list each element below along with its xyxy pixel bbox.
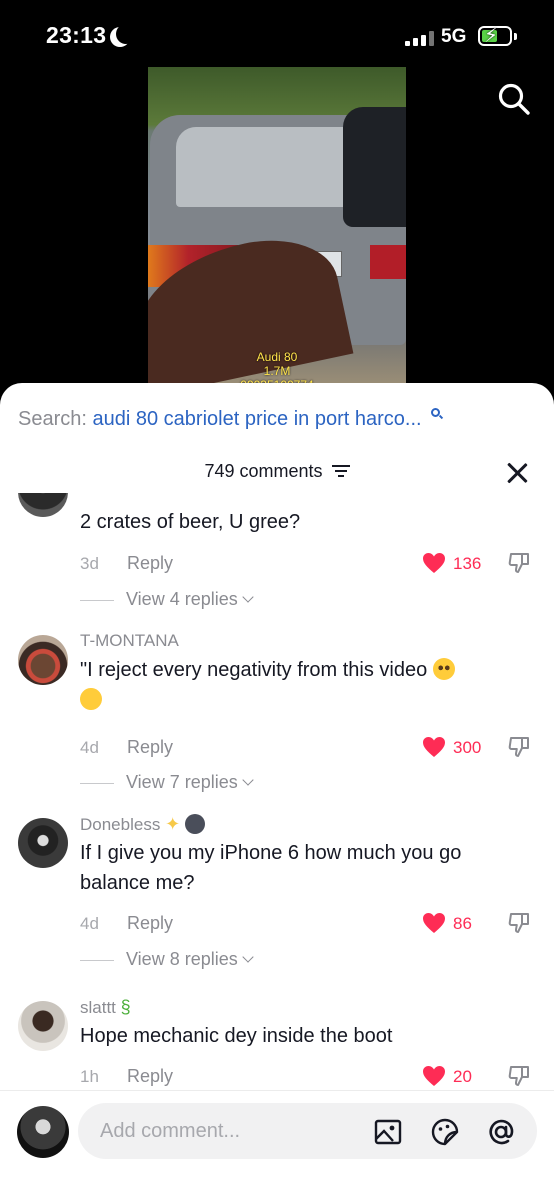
search-suggestion[interactable]: Search: audi 80 cabriolet price in port …: [18, 408, 534, 434]
comment-text: Hope mechanic dey inside the boot: [80, 1025, 393, 1047]
avatar[interactable]: [18, 635, 68, 685]
chevron-down-icon: [242, 591, 254, 603]
comment-age: 1h: [80, 1067, 99, 1086]
snake-emoji-icon: §: [120, 997, 131, 1017]
image-icon[interactable]: [373, 1117, 403, 1147]
new-moon-emoji-icon: [184, 813, 205, 834]
comment-age: 4d: [80, 738, 99, 757]
view-replies-button[interactable]: View 7 replies: [80, 772, 254, 793]
comments-header: 749 comments: [0, 461, 554, 482]
network-label: 5G: [441, 26, 467, 47]
reply-button[interactable]: Reply: [127, 913, 173, 934]
close-icon[interactable]: [506, 462, 528, 484]
video-caption: Audi 80 1.7M 09035100774: [240, 350, 313, 387]
my-avatar[interactable]: [17, 1106, 69, 1158]
charging-bolt-icon: ⚡: [484, 25, 499, 47]
comment-text: If I give you my iPhone 6 how much you g…: [80, 842, 462, 894]
search-suggestion-query[interactable]: audi 80 cabriolet price in port harco...: [93, 408, 422, 430]
status-bar: 23:13 5G ⚡: [0, 0, 554, 72]
signal-icon: [405, 30, 435, 46]
heart-icon[interactable]: [422, 552, 446, 574]
comments-list[interactable]: 2 crates of beer, U gree? 3d Reply 136 V…: [0, 493, 554, 1091]
view-replies-button[interactable]: View 8 replies: [80, 949, 254, 970]
moon-icon: [116, 24, 136, 44]
comment-age: 3d: [80, 554, 99, 573]
search-suggestion-label: Search:: [18, 408, 87, 430]
reply-button[interactable]: Reply: [127, 737, 173, 758]
nerd-face-emoji-icon: [432, 657, 455, 680]
comment-username[interactable]: slattt §: [80, 997, 131, 1018]
comment-input[interactable]: [100, 1103, 350, 1159]
sticker-icon[interactable]: [430, 1117, 460, 1147]
sparkles-emoji-icon: ✦: [165, 814, 181, 834]
comment-text: "I reject every negativity from this vid…: [76, 655, 520, 715]
chevron-down-icon: [242, 774, 254, 786]
mention-icon[interactable]: [486, 1117, 516, 1147]
rofl-emoji-icon: [76, 684, 106, 714]
like-count: 136: [453, 554, 482, 573]
avatar[interactable]: [18, 818, 68, 868]
like-count: 86: [453, 914, 472, 933]
screen: 23:13 5G ⚡ Audi 80 1.7M 09035100774 Sear…: [0, 0, 554, 1199]
chevron-down-icon: [242, 951, 254, 963]
filter-icon[interactable]: [331, 464, 350, 478]
reply-button[interactable]: Reply: [127, 1066, 173, 1087]
reply-button[interactable]: Reply: [127, 553, 173, 574]
dislike-icon[interactable]: [508, 735, 530, 759]
view-replies-button[interactable]: View 4 replies: [80, 589, 254, 610]
comment-input-container: [78, 1103, 537, 1159]
heart-icon[interactable]: [422, 1065, 446, 1087]
dislike-icon[interactable]: [508, 551, 530, 575]
avatar[interactable]: [18, 1001, 68, 1051]
comment-compose-bar: [0, 1090, 554, 1199]
comment-username[interactable]: Donebless ✦: [80, 813, 205, 836]
comments-panel: Search: audi 80 cabriolet price in port …: [0, 383, 554, 1199]
dislike-icon[interactable]: [508, 1064, 530, 1088]
like-count: 20: [453, 1067, 472, 1086]
comment-text: 2 crates of beer, U gree?: [80, 511, 301, 533]
comments-count: 749 comments: [204, 461, 323, 481]
search-suggestion-icon: [431, 408, 441, 417]
status-time: 23:13: [46, 22, 107, 48]
dislike-icon[interactable]: [508, 911, 530, 935]
heart-icon[interactable]: [422, 736, 446, 758]
search-icon[interactable]: [497, 82, 531, 116]
video-player[interactable]: Audi 80 1.7M 09035100774: [148, 67, 406, 387]
comment-age: 4d: [80, 914, 99, 933]
avatar[interactable]: [18, 493, 68, 517]
heart-icon[interactable]: [422, 912, 446, 934]
like-count: 300: [453, 738, 482, 757]
comment-username[interactable]: T-MONTANA: [80, 631, 179, 651]
